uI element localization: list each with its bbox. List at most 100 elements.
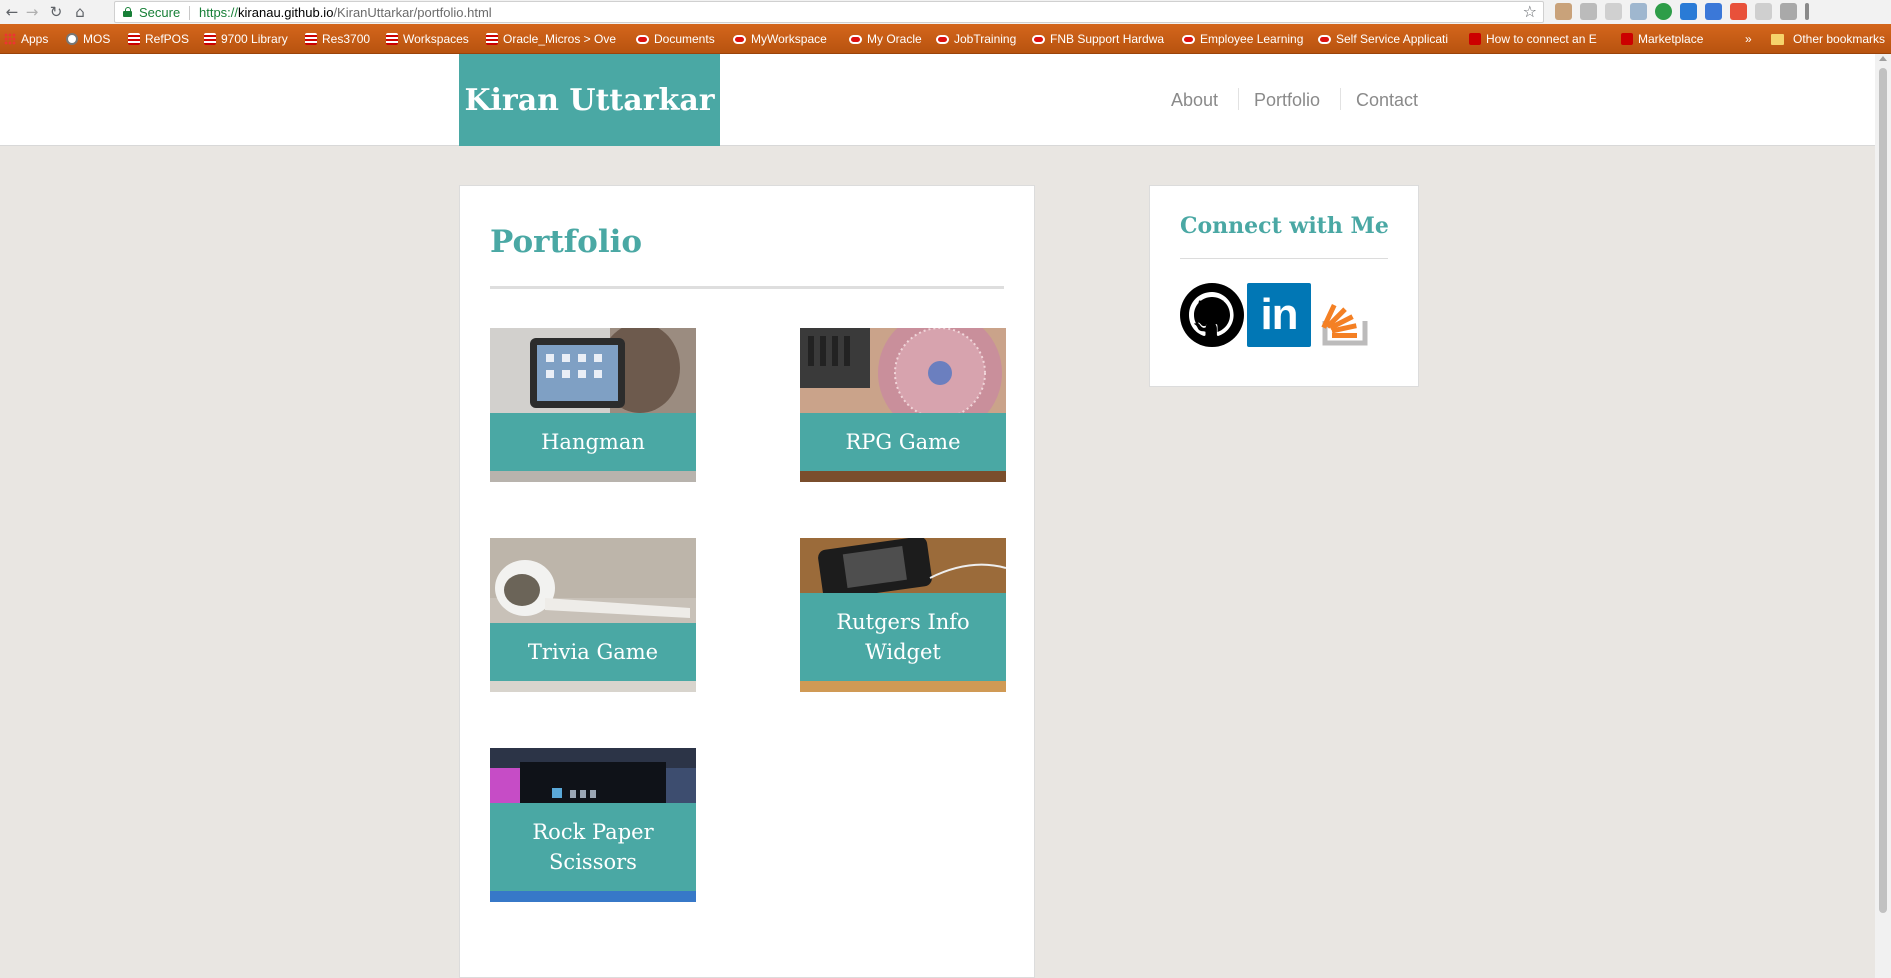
project-tile-rutgers-info-widget[interactable]: Rutgers Info Widget xyxy=(800,538,1006,692)
apps-icon xyxy=(4,33,16,45)
extension-icon[interactable] xyxy=(1555,3,1572,20)
bookmark-item[interactable]: Documents xyxy=(636,31,715,47)
bookmark-item[interactable]: Self Service Applicati xyxy=(1318,31,1448,47)
extension-icon[interactable] xyxy=(1605,3,1622,20)
browser-chrome: ← → ↻ ⌂ Secure https://kiranau.github.io… xyxy=(0,0,1891,54)
bookmark-label: MyWorkspace xyxy=(751,32,827,46)
extension-icon[interactable] xyxy=(1780,3,1797,20)
url-scheme: https:// xyxy=(199,5,239,20)
project-title: RPG Game xyxy=(800,413,1006,471)
bookmark-item[interactable]: 9700 Library xyxy=(204,31,288,47)
bookmarks-bar: Apps MOS RefPOS 9700 Library Res3700 Wor… xyxy=(0,24,1891,54)
back-arrow-icon[interactable]: ← xyxy=(2,2,22,22)
other-bookmarks-label: Other bookmarks xyxy=(1793,32,1886,46)
reload-icon[interactable]: ↻ xyxy=(46,2,66,22)
bookmark-label: Apps xyxy=(21,32,49,46)
project-title: Rock Paper Scissors xyxy=(490,803,696,891)
oracle-icon xyxy=(1182,34,1195,44)
extension-icon[interactable] xyxy=(1580,3,1597,20)
bookmark-label: How to connect an E xyxy=(1486,32,1597,46)
extension-icon[interactable] xyxy=(1680,3,1697,20)
bookmark-label: My Oracle xyxy=(867,32,922,46)
bookmark-label: JobTraining xyxy=(954,32,1017,46)
vertical-scrollbar[interactable] xyxy=(1875,54,1891,978)
bookmark-item[interactable]: Oracle_Micros > Ove xyxy=(486,31,616,47)
bookmark-item[interactable]: Employee Learning xyxy=(1182,31,1303,47)
nav-portfolio[interactable]: Portfolio xyxy=(1254,87,1320,113)
bookmark-label: Workspaces xyxy=(403,32,469,46)
stack-icon xyxy=(486,33,498,45)
extension-icon[interactable] xyxy=(1755,3,1772,20)
oracle-icon xyxy=(1032,34,1045,44)
scrollbar-thumb[interactable] xyxy=(1879,68,1887,913)
bookmark-item[interactable]: MyWorkspace xyxy=(733,31,827,47)
connect-card: Connect with Me in xyxy=(1149,185,1419,387)
bookmark-label: Self Service Applicati xyxy=(1336,32,1449,46)
bookmark-label: FNB Support Hardwa xyxy=(1050,32,1165,46)
nav-portfolio-link[interactable]: Portfolio xyxy=(1254,90,1320,111)
oracle-icon xyxy=(636,34,649,44)
extension-icon[interactable] xyxy=(1630,3,1647,20)
nav-contact[interactable]: Contact xyxy=(1356,87,1418,113)
extension-icon[interactable] xyxy=(1655,3,1672,20)
title-divider xyxy=(490,286,1004,289)
secure-label: Secure xyxy=(139,5,181,20)
bookmark-item[interactable]: My Oracle xyxy=(849,31,922,47)
bookmark-item[interactable]: Res3700 xyxy=(305,31,370,47)
scroll-up-arrow-icon[interactable] xyxy=(1879,56,1887,61)
site-logo[interactable]: Kiran Uttarkar xyxy=(459,54,720,146)
bookmark-item[interactable]: Apps xyxy=(4,31,48,47)
bookmark-item[interactable]: JobTraining xyxy=(936,31,1016,47)
oracle-icon xyxy=(936,34,949,44)
project-tile-hangman[interactable]: Hangman xyxy=(490,328,696,482)
bookmark-item[interactable]: RefPOS xyxy=(128,31,189,47)
url-path: /KiranUttarkar/portfolio.html xyxy=(333,5,492,20)
bookmark-label: Employee Learning xyxy=(1200,32,1304,46)
bookmark-label: Res3700 xyxy=(322,32,371,46)
project-tile-rpg-game[interactable]: RPG Game xyxy=(800,328,1006,482)
oracle-icon xyxy=(733,34,746,44)
bookmark-label: MOS xyxy=(83,32,111,46)
menu-icon[interactable] xyxy=(1805,3,1809,20)
nav-about-link[interactable]: About xyxy=(1171,90,1218,111)
bookmark-item[interactable]: FNB Support Hardwa xyxy=(1032,31,1164,47)
stackoverflow-icon[interactable] xyxy=(1313,283,1377,347)
nav-contact-link[interactable]: Contact xyxy=(1356,90,1418,111)
stack-icon xyxy=(128,33,140,45)
github-icon[interactable] xyxy=(1180,283,1244,347)
bookmark-item[interactable]: Marketplace xyxy=(1621,31,1703,47)
bookmark-label: Oracle_Micros > Ove xyxy=(503,32,617,46)
linkedin-icon[interactable]: in xyxy=(1247,283,1311,347)
extension-icon[interactable] xyxy=(1730,3,1747,20)
extension-icon[interactable] xyxy=(1705,3,1722,20)
address-bar-row: ← → ↻ ⌂ Secure https://kiranau.github.io… xyxy=(0,0,1891,24)
bookmark-label: 9700 Library xyxy=(221,32,288,46)
extension-icons xyxy=(1555,3,1809,21)
project-title: Rutgers Info Widget xyxy=(800,593,1006,681)
site-logo-text: Kiran Uttarkar xyxy=(464,82,715,118)
bookmark-label: Documents xyxy=(654,32,715,46)
lock-icon xyxy=(123,7,132,17)
forward-arrow-icon[interactable]: → xyxy=(22,2,42,22)
oracle-icon xyxy=(849,34,862,44)
url-host: kiranau.github.io xyxy=(238,5,334,20)
bookmark-label: RefPOS xyxy=(145,32,190,46)
project-title: Trivia Game xyxy=(490,623,696,681)
bookmark-item[interactable]: Workspaces xyxy=(386,31,469,47)
url-text[interactable]: https://kiranau.github.io/KiranUttarkar/… xyxy=(199,5,492,20)
bookmark-item[interactable]: How to connect an E xyxy=(1469,31,1597,47)
page-title: Portfolio xyxy=(490,224,643,260)
nav-about[interactable]: About xyxy=(1171,87,1218,113)
connect-title: Connect with Me xyxy=(1180,213,1389,239)
stack-icon xyxy=(305,33,317,45)
omnibox[interactable]: Secure https://kiranau.github.io/KiranUt… xyxy=(114,1,1544,23)
project-tile-rock-paper-scissors[interactable]: Rock Paper Scissors xyxy=(490,748,696,902)
home-icon[interactable]: ⌂ xyxy=(70,2,90,22)
project-tile-trivia-game[interactable]: Trivia Game xyxy=(490,538,696,692)
folder-icon xyxy=(1771,33,1784,45)
bookmark-star-icon[interactable]: ☆ xyxy=(1523,2,1537,21)
other-bookmarks[interactable]: Other bookmarks xyxy=(1771,31,1885,47)
bookmark-item[interactable]: MOS xyxy=(66,31,110,47)
bookmarks-overflow-button[interactable]: » xyxy=(1740,31,1752,47)
stack-icon xyxy=(204,33,216,45)
